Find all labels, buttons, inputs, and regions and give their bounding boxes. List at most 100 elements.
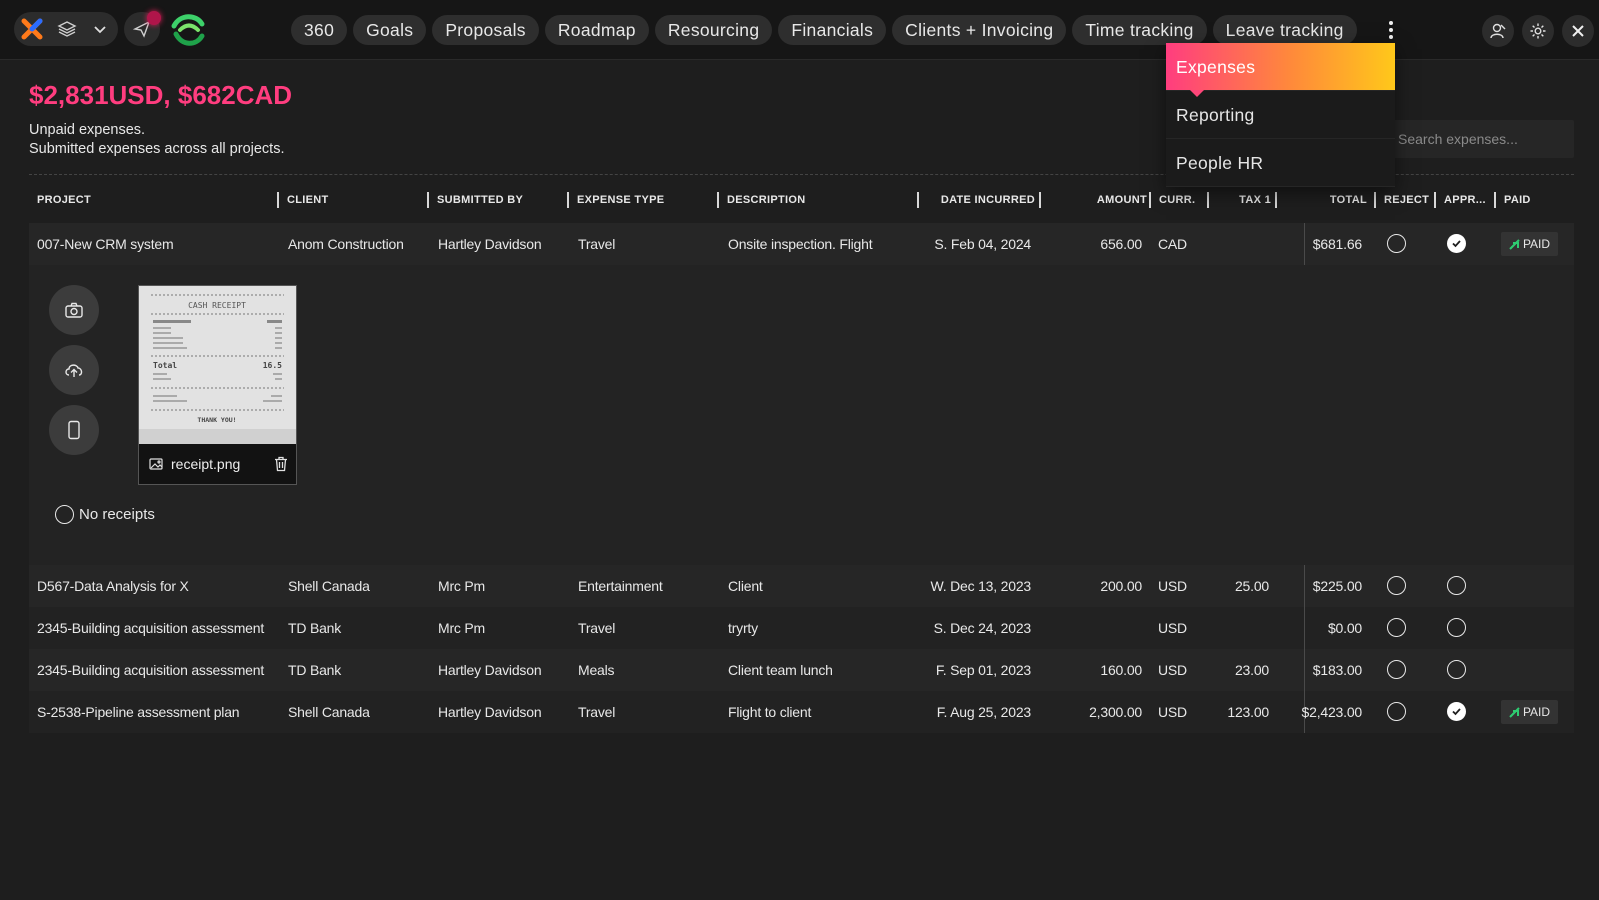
col-client[interactable]: CLIENT — [277, 192, 329, 208]
tab-roadmap[interactable]: Roadmap — [544, 15, 649, 45]
cell-expense-type: Travel — [578, 704, 616, 720]
tab-financials[interactable]: Financials — [778, 15, 887, 45]
unpaid-total: $2,831USD, $682CAD — [29, 80, 293, 110]
close-icon — [1572, 25, 1584, 37]
cell-description: Flight to client — [728, 704, 812, 720]
more-dropdown-menu: Expenses Reporting People HR — [1166, 43, 1395, 187]
cell-expense-type: Travel — [578, 236, 616, 252]
col-tax[interactable]: TAX 1 — [1207, 192, 1275, 208]
cell-total: $183.00 — [1312, 662, 1362, 678]
settings-button[interactable] — [1522, 15, 1554, 47]
cell-date: F. Aug 25, 2023 — [936, 704, 1032, 720]
col-submitted-by[interactable]: SUBMITTED BY — [427, 192, 523, 208]
trash-icon[interactable] — [274, 456, 288, 472]
cell-tax: 123.00 — [1227, 704, 1269, 720]
take-photo-button[interactable] — [49, 285, 99, 335]
more-menu-button[interactable] — [1385, 18, 1397, 42]
tab-goals[interactable]: Goals — [353, 15, 427, 45]
app-logo-icon — [20, 17, 44, 41]
menu-item-expenses[interactable]: Expenses — [1166, 43, 1395, 97]
cell-project: D567-Data Analysis for X — [37, 578, 189, 594]
user-icon — [1490, 23, 1506, 39]
table-row[interactable]: 2345-Building acquisition assessment TD … — [29, 649, 1574, 691]
chevron-down-icon[interactable] — [88, 17, 112, 41]
workspace-switcher[interactable] — [14, 12, 118, 46]
approved-check-icon[interactable] — [1447, 702, 1466, 721]
cell-currency: USD — [1158, 578, 1187, 594]
tab-360[interactable]: 360 — [291, 15, 348, 45]
cell-submitted-by: Hartley Davidson — [438, 662, 542, 678]
cell-total: $2,423.00 — [1301, 704, 1363, 720]
receipt-image-total-value: 16.5 — [263, 361, 282, 370]
col-approved[interactable]: APPR... — [1434, 192, 1486, 208]
cell-amount: 656.00 — [1100, 236, 1142, 252]
col-amount[interactable]: AMOUNT — [1039, 192, 1151, 208]
col-paid[interactable]: PAID — [1494, 192, 1531, 208]
paid-badge[interactable]: PAID — [1501, 232, 1558, 256]
cell-description: Client — [728, 578, 763, 594]
page-subtitle: Unpaid expenses. — [29, 122, 146, 138]
table-row[interactable]: D567-Data Analysis for X Shell Canada Mr… — [29, 565, 1574, 607]
table-header: PROJECT CLIENT SUBMITTED BY EXPENSE TYPE… — [29, 182, 1574, 218]
page-description: Submitted expenses across all projects. — [29, 141, 285, 157]
cell-total: $0.00 — [1327, 620, 1362, 636]
cell-amount: 160.00 — [1100, 662, 1142, 678]
col-date-incurred[interactable]: DATE INCURRED — [917, 192, 1039, 208]
cell-currency: CAD — [1158, 236, 1187, 252]
cell-date: F. Sep 01, 2023 — [935, 662, 1031, 678]
layers-icon[interactable] — [55, 17, 79, 41]
receipt-card[interactable]: CASH RECEIPT Total 16.5 THANK YOU! recei… — [138, 285, 297, 485]
approve-radio[interactable] — [1447, 618, 1466, 637]
no-receipts-radio[interactable] — [55, 505, 74, 524]
receipt-footer: receipt.png — [139, 444, 296, 484]
receipt-thumbnail[interactable]: CASH RECEIPT Total 16.5 THANK YOU! — [139, 286, 296, 444]
upload-receipt-button[interactable] — [49, 345, 99, 395]
col-project[interactable]: PROJECT — [37, 182, 91, 218]
reject-radio[interactable] — [1387, 234, 1406, 253]
table-row[interactable]: 007-New CRM system Anom Construction Har… — [29, 223, 1574, 265]
cell-expense-type: Travel — [578, 620, 616, 636]
reject-radio[interactable] — [1387, 702, 1406, 721]
table-row[interactable]: 2345-Building acquisition assessment TD … — [29, 607, 1574, 649]
col-description[interactable]: DESCRIPTION — [717, 192, 805, 208]
close-button[interactable] — [1562, 15, 1594, 47]
tab-proposals[interactable]: Proposals — [432, 15, 539, 45]
tab-resourcing[interactable]: Resourcing — [654, 15, 773, 45]
approved-check-icon[interactable] — [1447, 234, 1466, 253]
mobile-upload-button[interactable] — [49, 405, 99, 455]
cell-tax: 23.00 — [1234, 662, 1269, 678]
reject-radio[interactable] — [1387, 660, 1406, 679]
col-reject[interactable]: REJECT — [1374, 192, 1429, 208]
cell-currency: USD — [1158, 704, 1187, 720]
receipt-image-title: CASH RECEIPT — [188, 301, 246, 310]
tab-time-tracking[interactable]: Time tracking — [1072, 15, 1207, 45]
cell-tax — [1199, 607, 1269, 649]
col-currency[interactable]: CURR. — [1149, 192, 1207, 208]
search-input[interactable] — [1380, 120, 1574, 158]
col-total[interactable]: TOTAL — [1275, 192, 1371, 208]
approve-radio[interactable] — [1447, 576, 1466, 595]
cell-submitted-by: Mrc Pm — [438, 620, 486, 636]
cell-date: W. Dec 13, 2023 — [930, 578, 1031, 594]
cell-client: TD Bank — [288, 662, 342, 678]
cell-tax: 25.00 — [1234, 578, 1269, 594]
tab-leave-tracking[interactable]: Leave tracking — [1212, 15, 1357, 45]
cell-expense-type: Entertainment — [578, 578, 663, 594]
cell-expense-type: Meals — [578, 662, 615, 678]
menu-item-people-hr[interactable]: People HR — [1166, 139, 1395, 187]
table-row[interactable]: S-2538-Pipeline assessment plan Shell Ca… — [29, 691, 1574, 733]
reject-radio[interactable] — [1387, 576, 1406, 595]
gear-icon — [1530, 23, 1546, 39]
tab-clients-invoicing[interactable]: Clients + Invoicing — [892, 15, 1067, 45]
cell-amount — [1039, 607, 1142, 649]
paid-badge[interactable]: PAID — [1501, 700, 1558, 724]
col-expense-type[interactable]: EXPENSE TYPE — [567, 192, 664, 208]
approve-radio[interactable] — [1447, 660, 1466, 679]
cell-project: 2345-Building acquisition assessment — [37, 662, 265, 678]
user-profile-button[interactable] — [1482, 15, 1514, 47]
menu-item-reporting[interactable]: Reporting — [1166, 91, 1395, 139]
cell-description: tryrty — [728, 620, 758, 636]
no-receipts-label[interactable]: No receipts — [79, 505, 155, 524]
reject-radio[interactable] — [1387, 618, 1406, 637]
receipt-file-name[interactable]: receipt.png — [171, 456, 240, 472]
